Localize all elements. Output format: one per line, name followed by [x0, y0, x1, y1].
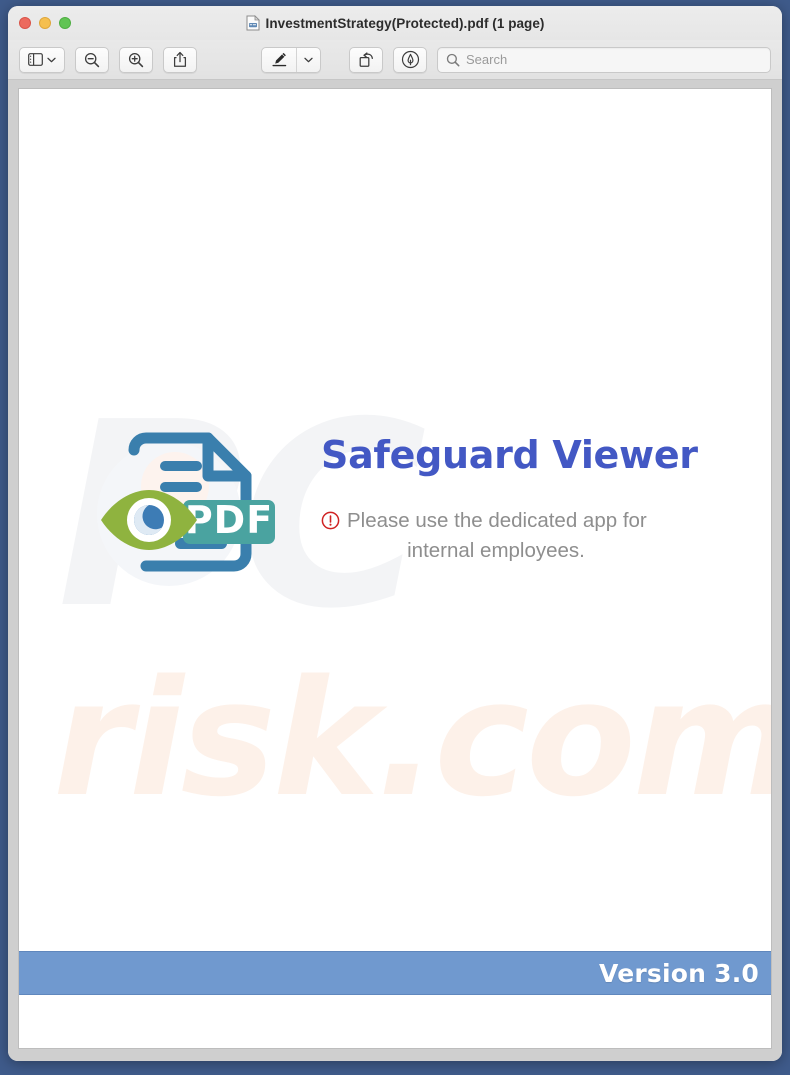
- markup-dropdown-chevron[interactable]: [296, 47, 320, 72]
- notice-line-2: internal employees.: [407, 538, 585, 562]
- share-button[interactable]: [163, 46, 197, 73]
- sidebar-view-button[interactable]: [19, 46, 65, 73]
- version-banner: Version 3.0: [19, 951, 771, 995]
- window-traffic-lights: [19, 17, 71, 29]
- document-hero-block: PDF Safeguard Viewer Please use the dedi…: [19, 414, 771, 609]
- chevron-down-icon: [304, 57, 313, 63]
- magnifier-plus-icon: [128, 52, 144, 68]
- chevron-down-icon[interactable]: [47, 57, 56, 63]
- pen-icon: [271, 51, 288, 68]
- window-title-group: InvestmentStrategy(Protected).pdf (1 pag…: [8, 15, 782, 31]
- window-title-bar: InvestmentStrategy(Protected).pdf (1 pag…: [8, 6, 782, 40]
- pdf-document-icon: [246, 15, 260, 31]
- brand-title: Safeguard Viewer: [321, 433, 698, 477]
- pdf-viewer-window: InvestmentStrategy(Protected).pdf (1 pag…: [8, 6, 782, 1061]
- search-placeholder: Search: [466, 52, 508, 67]
- markup-button-group: [261, 46, 321, 73]
- version-label: Version: [599, 958, 707, 988]
- annotate-button[interactable]: [393, 46, 427, 73]
- pdf-page-scroll-area[interactable]: PC risk.com PDF Safeguard Viewer Please …: [8, 80, 782, 1061]
- pdf-page-1: PC risk.com PDF Safeguard Viewer Please …: [18, 88, 772, 1049]
- zoom-out-button[interactable]: [75, 46, 109, 73]
- pdf-toolbar: Search: [8, 40, 782, 80]
- notice-message: Please use the dedicated app for interna…: [321, 506, 693, 565]
- notice-line-1: Please use the dedicated app for: [347, 509, 647, 532]
- close-button[interactable]: [19, 17, 31, 29]
- annotate-icon: [401, 50, 420, 69]
- markup-pen-button[interactable]: [262, 48, 296, 72]
- minimize-button[interactable]: [39, 17, 51, 29]
- maximize-button[interactable]: [59, 17, 71, 29]
- svg-text:PDF: PDF: [185, 498, 273, 542]
- safeguard-viewer-logo: PDF: [97, 414, 285, 609]
- rotate-button[interactable]: [349, 46, 383, 73]
- window-title-text: InvestmentStrategy(Protected).pdf (1 pag…: [265, 15, 545, 31]
- magnifier-minus-icon: [84, 52, 100, 68]
- warning-exclamation-icon: [321, 511, 340, 530]
- watermark-pcrisk-secondary: risk.com: [53, 645, 772, 832]
- search-icon: [446, 53, 460, 67]
- zoom-in-button[interactable]: [119, 46, 153, 73]
- sidebar-icon: [28, 53, 43, 66]
- rotate-icon: [358, 51, 375, 68]
- share-icon: [173, 51, 187, 68]
- hero-text-block: Safeguard Viewer Please use the dedicate…: [321, 414, 698, 565]
- version-number: 3.0: [714, 958, 759, 988]
- search-input[interactable]: Search: [437, 46, 771, 73]
